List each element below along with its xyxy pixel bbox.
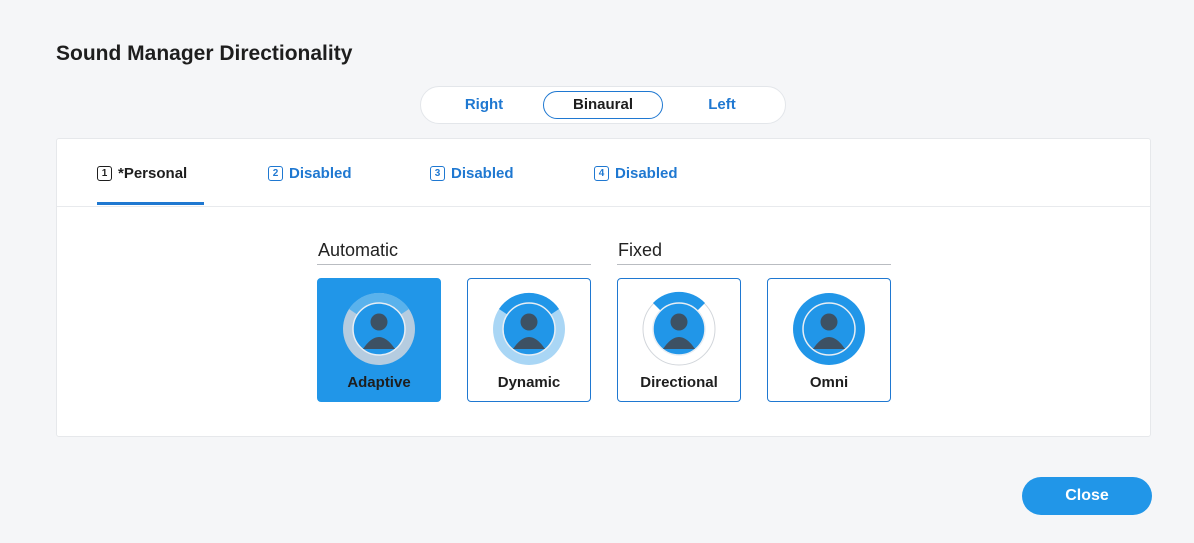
adaptive-mic-icon [343,292,415,365]
program-panel: 1 *Personal 2 Disabled 3 Disabled 4 Disa… [56,138,1151,437]
mode-tile-dynamic[interactable]: Dynamic [467,278,591,402]
tab-label: *Personal [118,164,188,182]
mode-tile-omni[interactable]: Omni [767,278,891,402]
side-option-right[interactable]: Right [443,91,525,119]
tab-program-4[interactable]: 4 Disabled [594,163,678,183]
mode-label: Omni [809,374,849,391]
omni-mic-icon [793,293,865,365]
tab-program-3[interactable]: 3 Disabled [430,163,514,183]
group-divider [317,264,591,265]
side-option-left[interactable]: Left [679,91,765,119]
mode-tile-adaptive[interactable]: Adaptive [317,278,441,402]
side-selector: Right Binaural Left [420,86,786,124]
mode-label: Directional [640,374,718,391]
tab-label: Disabled [451,164,514,182]
tab-program-1[interactable]: 1 *Personal [97,163,187,183]
program-number-badge: 2 [268,165,283,181]
program-number-badge: 4 [594,165,609,181]
tab-label: Disabled [289,164,352,182]
group-divider [617,264,891,265]
program-number-badge: 1 [97,165,112,181]
dialog-title: Sound Manager Directionality [56,42,353,65]
program-number-badge: 3 [430,165,445,181]
dynamic-mic-icon [493,292,565,365]
group-label-automatic: Automatic [318,240,399,260]
program-tabs: 1 *Personal 2 Disabled 3 Disabled 4 Disa… [57,139,1150,207]
mode-tile-directional[interactable]: Directional [617,278,741,402]
directional-mic-icon [642,291,716,366]
active-tab-indicator [97,202,204,205]
mode-label: Adaptive [347,374,411,391]
close-button[interactable]: Close [1022,477,1152,515]
side-option-binaural[interactable]: Binaural [543,91,663,119]
tab-program-2[interactable]: 2 Disabled [268,163,352,183]
tab-label: Disabled [615,164,678,182]
group-label-fixed: Fixed [618,240,663,260]
mode-label: Dynamic [497,374,561,391]
